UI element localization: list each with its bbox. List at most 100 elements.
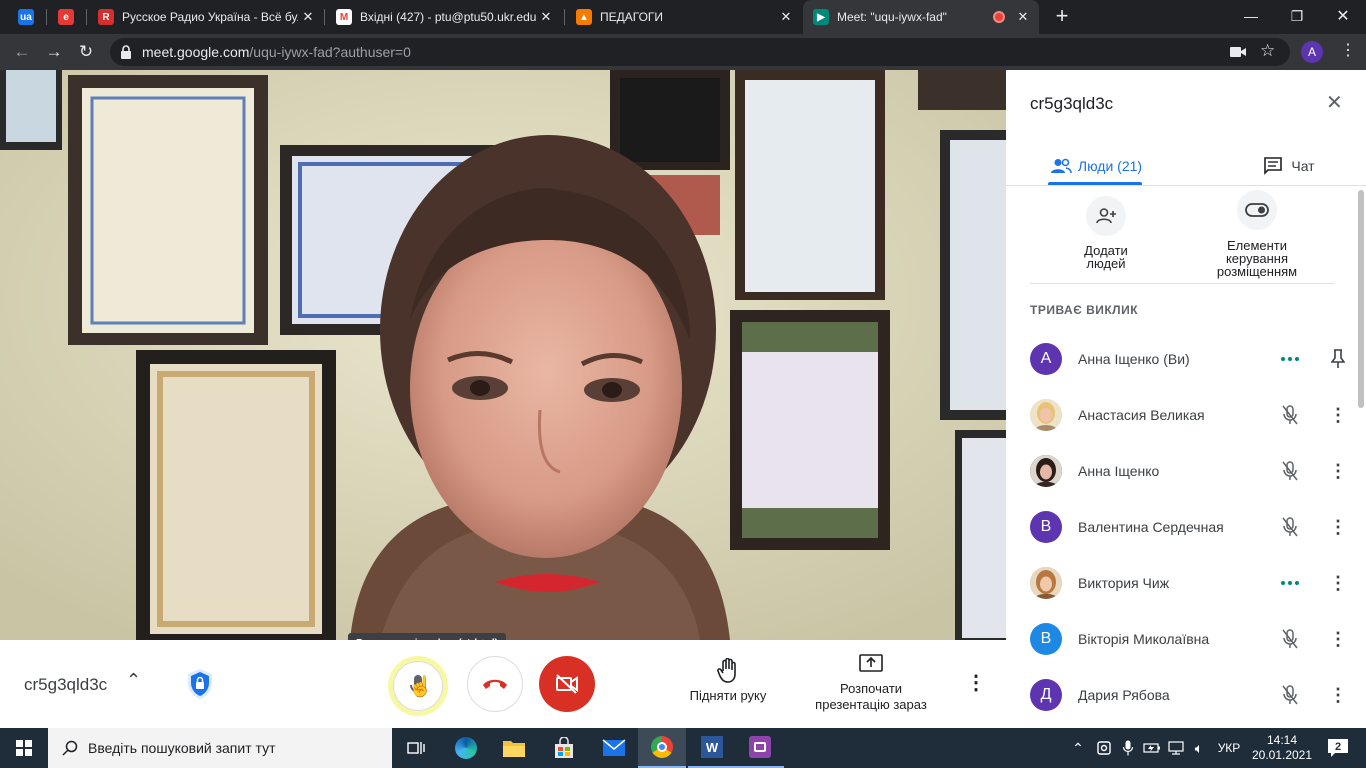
taskbar-search-box[interactable]: Введіть пошуковий запит тут [48,728,392,768]
close-tab-icon[interactable]: ✕ [536,9,556,25]
volume-icon[interactable]: 🔈︎ [1188,728,1210,768]
recording-icon [993,11,1005,23]
classroom-icon: ▲ [576,9,592,25]
present-label-line1: Розпочати [839,681,903,696]
meet-app-icon[interactable] [736,728,784,768]
browser-tab-3[interactable]: R Русское Радио Україна - Всё бу... ✕ [88,0,324,34]
close-window-button[interactable]: ✕ [1320,0,1366,32]
leave-call-button[interactable] [467,656,523,712]
participant-more-icon[interactable]: ⋮ [1326,571,1350,595]
bookmark-star-icon[interactable]: ☆ [1260,41,1275,61]
word-icon[interactable]: W [688,728,736,768]
battery-charging-icon[interactable] [1142,728,1162,768]
e-icon: e [58,9,74,25]
tray-app-icon[interactable] [1094,728,1114,768]
file-explorer-icon[interactable] [490,728,538,768]
chevron-up-icon[interactable]: ⌃ [126,670,141,691]
chrome-taskbar-icon[interactable] [638,728,686,768]
address-bar[interactable]: meet.google.com/uqu-iywx-fad?authuser=0 … [110,38,1290,66]
lock-icon [121,45,131,59]
participant-more-icon[interactable]: ⋮ [1326,627,1350,651]
tab-chat[interactable]: Чат [1244,148,1334,184]
people-icon [1050,158,1072,174]
participant-row[interactable]: Д Дария Рябова ⋮ [1030,667,1350,723]
notification-count: 2 [1335,741,1342,753]
browser-tab-2[interactable]: e [48,0,84,34]
browser-menu-icon[interactable]: ⋮ [1340,40,1356,60]
mic-off-icon [1278,515,1302,539]
notifications-button[interactable]: 2 [1318,728,1358,768]
clock-time: 14:14 [1266,733,1298,747]
url-text: meet.google.com/uqu-iywx-fad?authuser=0 [142,44,411,60]
camera-off-icon [556,674,578,694]
clock[interactable]: 14:14 20.01.2021 [1250,728,1314,768]
avatar-photo [1030,567,1062,599]
camera-toggle-button[interactable] [539,656,595,712]
panel-scrollbar[interactable] [1358,190,1364,408]
url-host: meet.google.com [142,44,250,60]
participant-row[interactable]: В Валентина Сердечная ⋮ [1030,499,1350,555]
close-panel-icon[interactable]: ✕ [1326,90,1343,115]
mail-icon[interactable] [590,728,638,768]
present-screen-icon [859,654,883,672]
tab-people-label: Люди (21) [1077,158,1143,174]
task-view-icon[interactable] [392,728,440,768]
meeting-safety-shield-icon[interactable] [186,668,214,700]
add-people-button[interactable]: Додати людей [1066,196,1146,276]
avatar: В [1030,623,1062,655]
new-tab-button[interactable]: + [1040,0,1084,32]
close-tab-icon[interactable]: ✕ [1013,9,1033,25]
gmail-icon: M [336,9,352,25]
microsoft-store-icon[interactable] [540,728,588,768]
camera-indicator-icon[interactable] [1230,46,1246,58]
participant-row[interactable]: В Вікторія Миколаївна ⋮ [1030,611,1350,667]
avatar: В [1030,511,1062,543]
participant-more-icon[interactable]: ⋮ [1326,683,1350,707]
mic-off-icon [1278,403,1302,427]
close-tab-icon[interactable]: ✕ [776,9,796,25]
meeting-code-label[interactable]: cr5g3qld3c [24,675,107,695]
reload-button[interactable]: ↻ [74,40,98,64]
host-controls-button[interactable]: Елементи керування розміщенням [1202,190,1312,280]
participant-more-icon[interactable]: ⋮ [1326,459,1350,483]
radio-icon: R [98,9,114,25]
browser-tab-1[interactable]: ua [8,0,44,34]
back-button[interactable]: ← [10,40,34,64]
participant-more-icon[interactable]: ⋮ [1326,515,1350,539]
tab-people[interactable]: Люди (21) [1046,148,1146,184]
close-tab-icon[interactable]: ✕ [298,9,318,25]
tab-title: Русское Радио Україна - Всё бу... [122,10,298,24]
actions-divider [1030,283,1334,284]
start-button[interactable] [0,728,48,768]
profile-avatar[interactable]: A [1301,41,1323,63]
browser-tab-4[interactable]: M Вхідні (427) - ptu@ptu50.ukr.edu... ✕ [326,0,562,34]
browser-tab-6-active[interactable]: ▶ Meet: "uqu-iywx-fad" ✕ [803,0,1039,34]
pin-icon[interactable] [1326,347,1350,371]
forward-button[interactable]: → [42,40,66,64]
raise-hand-button[interactable]: Підняти руку [686,658,770,722]
participant-row[interactable]: А Анна Іщенко (Ви) [1030,331,1350,387]
browser-tab-5[interactable]: ▲ ПЕДАГОГИ ✕ [566,0,802,34]
restore-button[interactable]: ❐ [1274,0,1320,32]
chat-icon [1264,157,1283,175]
section-in-call-label: ТРИВАЄ ВИКЛИК [1030,303,1139,317]
tab-title: Meet: "uqu-iywx-fad" [837,10,947,24]
network-icon[interactable] [1166,728,1186,768]
language-indicator[interactable]: УКР [1212,728,1246,768]
participant-row[interactable]: Виктория Чиж ⋮ [1030,555,1350,611]
participant-more-icon[interactable]: ⋮ [1326,403,1350,427]
minimize-button[interactable]: — [1228,0,1274,32]
participant-row[interactable]: Анастасия Великая ⋮ [1030,387,1350,443]
present-label-line2: презентацію зараз [815,697,927,712]
participant-name: Валентина Сердечная [1078,519,1224,535]
tray-mic-icon[interactable] [1118,728,1138,768]
more-options-icon[interactable]: ⋮ [966,670,986,695]
tab-title: Вхідні (427) - ptu@ptu50.ukr.edu... [360,10,536,24]
edge-browser-icon[interactable] [442,728,490,768]
mic-off-icon [1278,459,1302,483]
mic-off-icon [1278,627,1302,651]
participant-name: Анна Іщенко [1078,463,1160,479]
participant-row[interactable]: Анна Іщенко ⋮ [1030,443,1350,499]
present-now-button[interactable]: Розпочати презентацію зараз [806,654,936,724]
tray-expand-icon[interactable]: ⌃ [1066,728,1090,768]
